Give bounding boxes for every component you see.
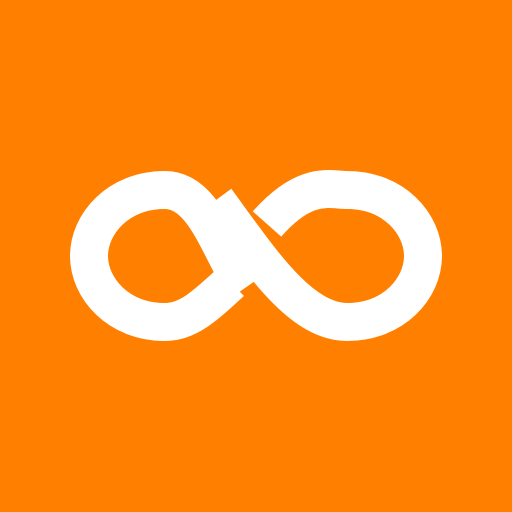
app-icon-tile: [0, 0, 512, 512]
infinity-right-loop: [200, 170, 443, 342]
infinity-icon: [69, 170, 443, 342]
